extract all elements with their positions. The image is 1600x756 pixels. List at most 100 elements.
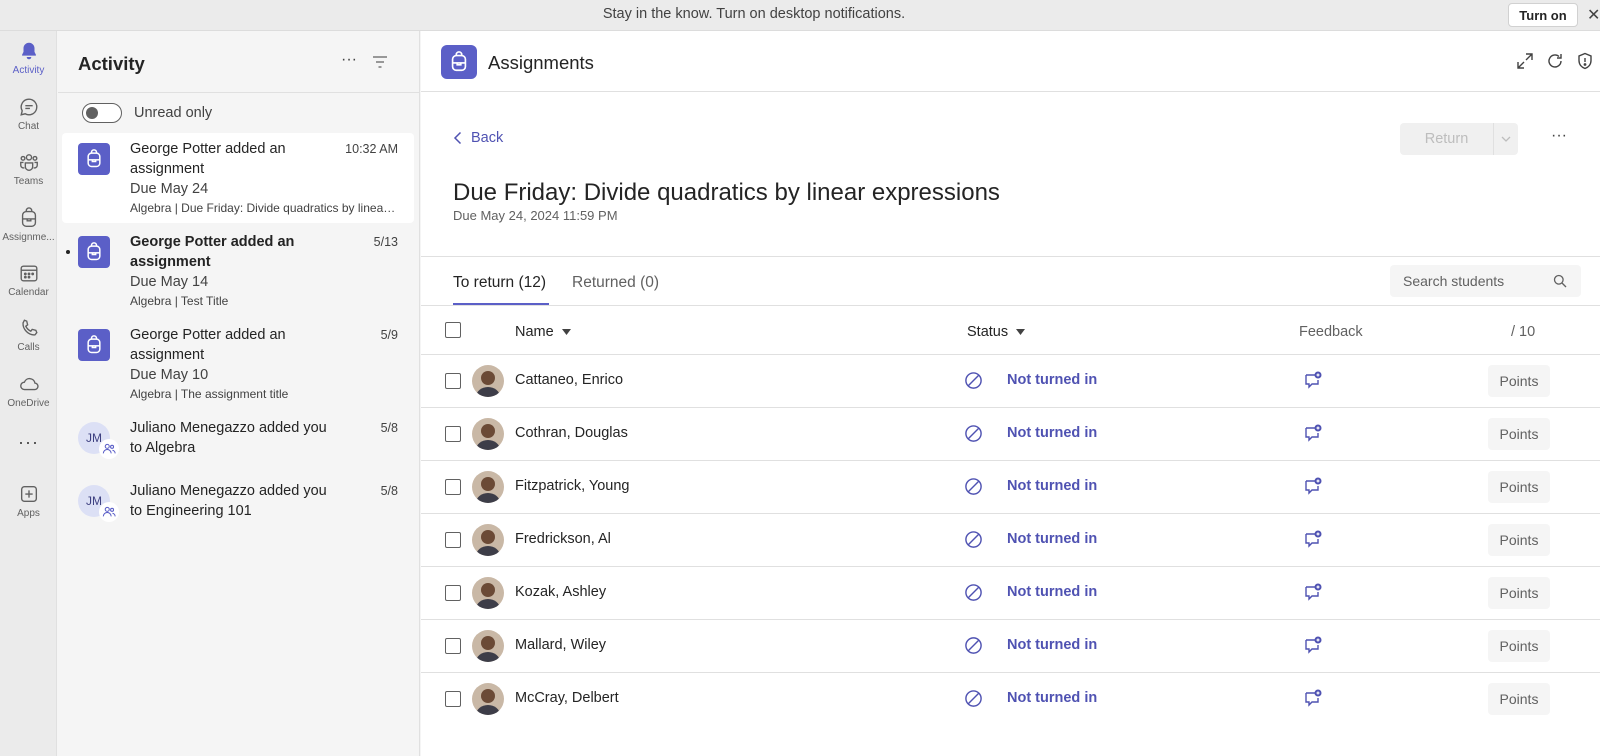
rail-label: Apps <box>17 508 40 519</box>
activity-panel: Activity ··· Unread only George Potter a… <box>58 31 420 756</box>
row-checkbox[interactable] <box>445 479 461 495</box>
activity-item[interactable]: George Potter added an assignment 5/13 D… <box>62 226 414 316</box>
add-feedback-icon[interactable] <box>1303 476 1323 496</box>
column-header-name[interactable]: Name <box>515 324 571 340</box>
rail-item-activity[interactable]: Activity <box>0 40 57 92</box>
student-name[interactable]: McCray, Delbert <box>515 690 619 706</box>
activity-title: Activity <box>78 53 145 74</box>
turn-on-button[interactable]: Turn on <box>1508 3 1578 27</box>
points-input[interactable]: Points <box>1488 365 1550 397</box>
people-add-icon <box>99 439 119 459</box>
student-row: Cattaneo, Enrico Not turned in Points <box>421 354 1600 407</box>
add-feedback-icon[interactable] <box>1303 582 1323 602</box>
row-checkbox[interactable] <box>445 426 461 442</box>
points-input[interactable]: Points <box>1488 471 1550 503</box>
rail-label: Chat <box>17 121 40 132</box>
refresh-icon[interactable] <box>1545 51 1565 71</box>
student-name[interactable]: Cattaneo, Enrico <box>515 372 623 388</box>
row-checkbox[interactable] <box>445 585 461 601</box>
chevron-left-icon <box>453 131 462 145</box>
activity-item[interactable]: JM Juliano Menegazzo added you to Algebr… <box>62 412 414 472</box>
activity-item-time: 10:32 AM <box>345 142 398 156</box>
student-name[interactable]: Fitzpatrick, Young <box>515 478 629 494</box>
return-button[interactable]: Return <box>1400 123 1518 155</box>
points-input[interactable]: Points <box>1488 683 1550 715</box>
unread-only-label: Unread only <box>134 105 213 121</box>
filter-icon[interactable] <box>372 55 388 69</box>
rail-item-assignments[interactable]: Assignme... <box>0 207 57 259</box>
activity-item-title: George Potter added an assignment <box>130 327 286 363</box>
rail-item-calendar[interactable]: Calendar <box>0 262 57 314</box>
not-turned-in-icon <box>965 372 982 389</box>
phone-icon <box>21 319 38 336</box>
unread-only-toggle[interactable] <box>82 103 122 123</box>
points-input[interactable]: Points <box>1488 524 1550 556</box>
column-header-label: Status <box>967 324 1009 340</box>
row-checkbox[interactable] <box>445 532 461 548</box>
rail-item-apps[interactable]: Apps <box>0 483 57 535</box>
activity-item[interactable]: George Potter added an assignment 5/9 Du… <box>62 319 414 409</box>
student-row: Fitzpatrick, Young Not turned in Points <box>421 460 1600 513</box>
select-all-checkbox[interactable] <box>445 322 461 338</box>
rail-item-calls[interactable]: Calls <box>0 317 57 369</box>
avatar <box>472 577 504 609</box>
divider <box>421 305 1600 306</box>
back-button[interactable]: Back <box>453 130 503 146</box>
activity-item-title: George Potter added an assignment <box>130 141 286 177</box>
assignments-main: Assignments Back Return ··· Due Friday: … <box>421 31 1600 756</box>
activity-item-due: Due May 24 <box>130 181 209 197</box>
row-checkbox[interactable] <box>445 691 461 707</box>
tab-to-return[interactable]: To return (12) <box>453 274 546 292</box>
search-placeholder: Search students <box>1403 273 1505 289</box>
avatar <box>472 524 504 556</box>
student-row: McCray, Delbert Not turned in Points <box>421 672 1600 725</box>
activity-item[interactable]: JM Juliano Menegazzo added you to Engine… <box>62 475 414 535</box>
activity-item-title: Juliano Menegazzo added you to Engineeri… <box>130 483 327 519</box>
more-apps-icon[interactable]: ··· <box>0 432 57 453</box>
unread-indicator <box>66 250 70 254</box>
activity-item-title: George Potter added an assignment <box>130 234 295 270</box>
add-feedback-icon[interactable] <box>1303 370 1323 390</box>
add-feedback-icon[interactable] <box>1303 688 1323 708</box>
not-turned-in-icon <box>965 531 982 548</box>
return-label: Return <box>1400 123 1494 155</box>
student-status: Not turned in <box>1007 372 1098 388</box>
rail-label: Calls <box>17 342 40 353</box>
activity-item[interactable]: George Potter added an assignment 10:32 … <box>62 133 414 223</box>
column-header-label: Name <box>515 324 554 340</box>
more-options-icon[interactable]: ··· <box>1551 127 1567 145</box>
rail-item-teams[interactable]: Teams <box>0 151 57 203</box>
sort-down-icon <box>561 329 571 335</box>
student-name[interactable]: Cothran, Douglas <box>515 425 628 441</box>
student-name[interactable]: Fredrickson, Al <box>515 531 611 547</box>
not-turned-in-icon <box>965 425 982 442</box>
column-header-status[interactable]: Status <box>967 324 1026 340</box>
rail-item-chat[interactable]: Chat <box>0 96 57 148</box>
points-input[interactable]: Points <box>1488 418 1550 450</box>
not-turned-in-icon <box>965 584 982 601</box>
tab-returned[interactable]: Returned (0) <box>572 274 659 292</box>
row-checkbox[interactable] <box>445 373 461 389</box>
assignment-due-date: Due May 24, 2024 11:59 PM <box>453 208 618 223</box>
close-icon[interactable]: ✕ <box>1587 5 1600 25</box>
rail-label: OneDrive <box>7 398 50 409</box>
add-feedback-icon[interactable] <box>1303 635 1323 655</box>
teams-icon <box>19 154 38 171</box>
avatar <box>472 365 504 397</box>
expand-icon[interactable] <box>1515 51 1535 71</box>
search-icon <box>1553 274 1567 288</box>
points-input[interactable]: Points <box>1488 630 1550 662</box>
add-feedback-icon[interactable] <box>1303 529 1323 549</box>
student-name[interactable]: Mallard, Wiley <box>515 637 606 653</box>
student-status: Not turned in <box>1007 425 1098 441</box>
student-name[interactable]: Kozak, Ashley <box>515 584 606 600</box>
shield-icon[interactable] <box>1575 51 1595 71</box>
more-options-icon[interactable]: ··· <box>341 51 357 69</box>
add-feedback-icon[interactable] <box>1303 423 1323 443</box>
rail-item-onedrive[interactable]: OneDrive <box>0 373 57 425</box>
search-students-input[interactable]: Search students <box>1390 265 1581 297</box>
chevron-down-icon[interactable] <box>1494 123 1518 155</box>
activity-item-subtitle: Algebra | Test Title <box>130 294 229 308</box>
row-checkbox[interactable] <box>445 638 461 654</box>
points-input[interactable]: Points <box>1488 577 1550 609</box>
